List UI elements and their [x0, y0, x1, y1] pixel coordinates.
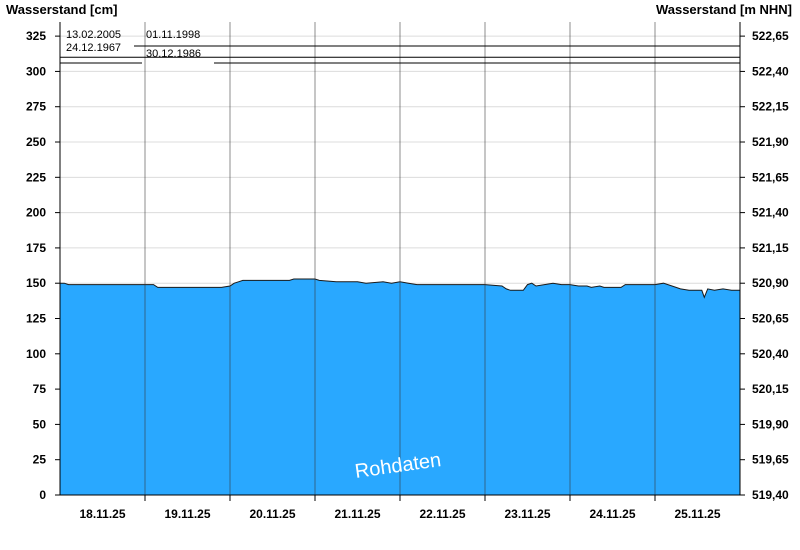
- right-tick-label: 520,15: [752, 382, 789, 396]
- water-level-chart: Wasserstand [cm] Wasserstand [m NHN] 13.…: [6, 2, 792, 521]
- left-tick-label: 175: [26, 241, 46, 255]
- right-axis-title: Wasserstand [m NHN]: [656, 2, 792, 17]
- left-tick-label: 100: [26, 347, 46, 361]
- left-tick-label: 325: [26, 29, 46, 43]
- left-tick-label: 125: [26, 312, 46, 326]
- right-tick-label: 521,65: [752, 170, 789, 184]
- x-tick-label: 24.11.25: [589, 507, 635, 521]
- left-tick-label: 250: [26, 135, 46, 149]
- right-tick-label: 520,65: [752, 312, 789, 326]
- left-tick-label: 275: [26, 100, 46, 114]
- left-tick-label: 225: [26, 170, 46, 184]
- left-tick-label: 0: [39, 488, 46, 502]
- right-tick-label: 521,90: [752, 135, 789, 149]
- right-tick-label: 520,90: [752, 276, 789, 290]
- right-tick-label: 519,90: [752, 417, 789, 431]
- reference-label: 01.11.1998: [146, 29, 200, 41]
- x-axis-ticks: 18.11.25 19.11.25 20.11.25 21.11.25 22.11.25…: [79, 495, 721, 521]
- right-tick-label: 522,15: [752, 100, 789, 114]
- left-tick-label: 25: [33, 453, 47, 467]
- left-tick-label: 300: [26, 64, 46, 78]
- reference-label: 30.12.1986: [146, 48, 201, 60]
- reference-label: 24.12.1967: [66, 42, 121, 54]
- water-level-area: [60, 22, 740, 495]
- reference-label: 13.02.2005: [66, 29, 121, 41]
- left-tick-label: 50: [33, 417, 47, 431]
- right-tick-label: 522,40: [752, 64, 789, 78]
- x-tick-label: 25.11.25: [674, 507, 720, 521]
- x-tick-label: 22.11.25: [419, 507, 465, 521]
- right-tick-label: 522,65: [752, 29, 789, 43]
- x-tick-label: 18.11.25: [79, 507, 125, 521]
- left-axis-ticks: 0 25 50 75 100 125 150 175 200 225 250 275 300 325: [26, 29, 60, 502]
- right-tick-label: 520,40: [752, 347, 789, 361]
- x-tick-label: 21.11.25: [334, 507, 380, 521]
- right-tick-label: 521,40: [752, 206, 789, 220]
- right-axis-ticks: 519,40 519,65 519,90 520,15 520,40 520,65 520,…: [740, 29, 789, 502]
- right-tick-label: 519,40: [752, 488, 789, 502]
- right-tick-label: 521,15: [752, 241, 789, 255]
- left-tick-label: 200: [26, 206, 46, 220]
- x-tick-label: 23.11.25: [504, 507, 550, 521]
- left-axis-title: Wasserstand [cm]: [6, 2, 118, 17]
- x-tick-label: 19.11.25: [164, 507, 210, 521]
- right-tick-label: 519,65: [752, 453, 789, 467]
- left-tick-label: 75: [33, 382, 47, 396]
- x-tick-label: 20.11.25: [249, 507, 295, 521]
- left-tick-label: 150: [26, 276, 46, 290]
